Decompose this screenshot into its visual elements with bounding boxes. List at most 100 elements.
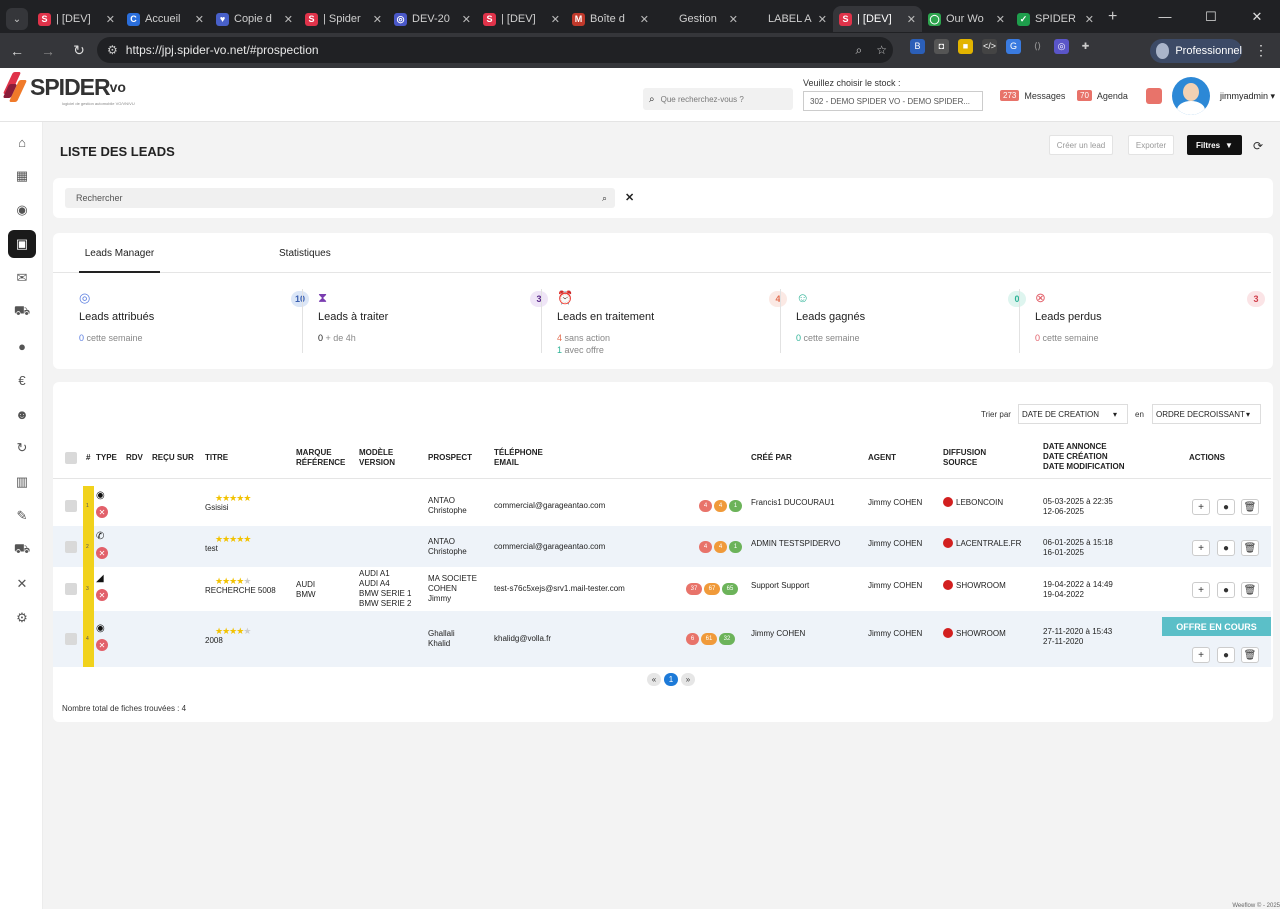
row-checkbox[interactable] <box>65 541 77 553</box>
assign-user-button[interactable]: ● <box>1217 499 1235 515</box>
filters-button[interactable]: Filtres ▼ <box>1187 135 1242 155</box>
kpi-card[interactable]: ⏰ Leads en traitement 4 4 sans action 1 avec… <box>541 289 787 355</box>
cell-email[interactable]: khalidg@volla.fr <box>494 634 551 644</box>
browser-tab[interactable]: ♥ Copie d ✕ <box>210 6 299 32</box>
delete-button[interactable]: 🗑 <box>1241 582 1259 598</box>
select-all-checkbox[interactable] <box>65 452 77 464</box>
profile-button[interactable]: Professionnel <box>1150 39 1242 63</box>
sidebar-mail-icon[interactable]: ✉ <box>8 264 36 292</box>
add-action-button[interactable]: + <box>1192 499 1210 515</box>
table-row[interactable]: 1 ◉ ✕ ★★★★★ Gsisisi ANTAO Christophe commercia… <box>53 486 1271 526</box>
delete-button[interactable]: 🗑 <box>1241 540 1259 556</box>
user-avatar[interactable] <box>1172 77 1210 115</box>
cell-email[interactable]: commercial@garageantao.com <box>494 501 605 511</box>
sidebar-sync-icon[interactable]: ↻ <box>8 434 36 462</box>
forward-button[interactable]: → <box>34 37 62 65</box>
tab-leads-manager[interactable]: Leads Manager <box>79 248 160 273</box>
kpi-card[interactable]: ◎ Leads attribués 10 0 cette semaine <box>79 289 309 355</box>
tab-close-icon[interactable]: ✕ <box>996 13 1005 26</box>
sidebar-settings-icon[interactable]: ⚙ <box>8 604 36 632</box>
extensions-puzzle-icon[interactable]: ✚ <box>1078 39 1093 54</box>
notification-bell-icon[interactable] <box>1146 88 1162 104</box>
spidervo-logo[interactable]: SPIDER vo logiciel de gestion automobile… <box>2 70 135 106</box>
cell-email[interactable]: test-s76c5xejs@srv1.mail-tester.com <box>494 584 625 594</box>
create-lead-button[interactable]: Créer un lead <box>1049 135 1113 155</box>
cell-prospect[interactable]: ANTAO Christophe <box>428 496 467 516</box>
cell-email[interactable]: commercial@garageantao.com <box>494 542 605 552</box>
kpi-card[interactable]: ⧗ Leads à traiter 3 0 + de 4h <box>302 289 548 355</box>
tab-close-icon[interactable]: ✕ <box>551 13 560 26</box>
browser-tab[interactable]: ◎ DEV-20 ✕ <box>388 6 477 32</box>
site-info-icon[interactable]: ⚙ <box>107 43 118 57</box>
tab-statistiques[interactable]: Statistiques <box>279 248 331 259</box>
table-row[interactable]: 2 ✆ ✕ ★★★★★ test ANTAO Christophe commercial@g… <box>53 526 1271 567</box>
stock-select[interactable]: 302 - DEMO SPIDER VO - DEMO SPIDER... <box>803 91 983 111</box>
global-search-input[interactable]: ⌕ Que recherchez-vous ? <box>643 88 793 110</box>
tab-close-icon[interactable]: ✕ <box>907 13 916 26</box>
export-button[interactable]: Exporter <box>1128 135 1174 155</box>
sidebar-piggybank-icon[interactable]: ● <box>8 332 36 360</box>
assign-user-button[interactable]: ● <box>1217 647 1235 663</box>
zoom-icon[interactable]: ⌕ <box>856 43 863 58</box>
browser-tab[interactable]: ◯ Our Wo ✕ <box>922 6 1011 32</box>
code-extension-icon[interactable]: </> <box>982 39 997 54</box>
sidebar-calendar-icon[interactable]: ▦ <box>8 162 36 190</box>
pagination-prev-button[interactable]: « <box>647 673 661 686</box>
add-action-button[interactable]: + <box>1192 582 1210 598</box>
tab-search-button[interactable]: ⌄ <box>6 8 28 30</box>
tab-close-icon[interactable]: ✕ <box>462 13 471 26</box>
pagination-next-button[interactable]: » <box>681 673 695 686</box>
sidebar-users-icon[interactable]: ☻ <box>8 400 36 428</box>
sidebar-truck-icon[interactable]: ⛟ <box>8 536 36 564</box>
browser-tab[interactable]: ✓ SPIDER ✕ <box>1011 6 1100 32</box>
tab-close-icon[interactable]: ✕ <box>373 13 382 26</box>
browser-tab[interactable]: S | [DEV] ✕ <box>32 6 121 32</box>
extension-icon[interactable]: B <box>910 39 925 54</box>
browser-tab[interactable]: LABEL A ✕ <box>744 6 833 32</box>
tab-close-icon[interactable]: ✕ <box>640 13 649 26</box>
maximize-button[interactable]: ☐ <box>1188 0 1234 33</box>
tab-close-icon[interactable]: ✕ <box>1085 13 1094 26</box>
search-icon[interactable]: ⌕ <box>602 193 607 204</box>
sidebar-wrench-icon[interactable]: ✎ <box>8 502 36 530</box>
sort-field-select[interactable]: DATE DE CREATION ▾ <box>1018 404 1128 424</box>
extension-icon[interactable]: ⟨⟩ <box>1030 39 1045 54</box>
row-checkbox[interactable] <box>65 633 77 645</box>
cell-prospect[interactable]: ANTAO Christophe <box>428 537 467 557</box>
browser-menu-icon[interactable]: ⋮ <box>1254 42 1268 59</box>
user-menu[interactable]: jimmyadmin ▾ <box>1220 91 1275 102</box>
refresh-icon[interactable]: ⟳ <box>1253 139 1263 153</box>
url-field[interactable]: ⚙ https://jpj.spider-vo.net/#prospection… <box>97 37 893 63</box>
tab-close-icon[interactable]: ✕ <box>284 13 293 26</box>
new-tab-button[interactable]: + <box>1108 8 1117 26</box>
messages-link[interactable]: 273 Messages <box>1000 90 1065 101</box>
row-checkbox[interactable] <box>65 583 77 595</box>
camera-extension-icon[interactable]: ◘ <box>934 39 949 54</box>
offer-status-badge[interactable]: OFFRE EN COURS <box>1162 617 1271 636</box>
sidebar-home-icon[interactable]: ⌂ <box>8 128 36 156</box>
pagination-page-button[interactable]: 1 <box>664 673 678 686</box>
sidebar-user-icon[interactable]: ◉ <box>8 196 36 224</box>
table-row[interactable]: 4 ◉ ✕ ★★★★★ 2008 Ghallali Khalid khalidg@volla… <box>53 611 1271 667</box>
browser-tab[interactable]: C Accueil ✕ <box>121 6 210 32</box>
browser-tab[interactable]: S | [DEV] ✕ <box>833 6 922 32</box>
kpi-card[interactable]: ⊗ Leads perdus 3 0 cette semaine <box>1019 289 1265 355</box>
kpi-card[interactable]: ☺ Leads gagnés 0 0 cette semaine <box>780 289 1026 355</box>
delete-button[interactable]: 🗑 <box>1241 499 1259 515</box>
tab-close-icon[interactable]: ✕ <box>195 13 204 26</box>
sort-order-select[interactable]: ORDRE DECROISSANT ▾ <box>1152 404 1261 424</box>
browser-tab[interactable]: S | Spider ✕ <box>299 6 388 32</box>
close-window-button[interactable]: ✕ <box>1234 0 1280 33</box>
browser-tab[interactable]: M Boîte d ✕ <box>566 6 655 32</box>
back-button[interactable]: ← <box>3 37 31 65</box>
sidebar-briefcase-icon[interactable]: ▣ <box>8 230 36 258</box>
browser-tab[interactable]: S | [DEV] ✕ <box>477 6 566 32</box>
add-action-button[interactable]: + <box>1192 540 1210 556</box>
assign-user-button[interactable]: ● <box>1217 582 1235 598</box>
translate-extension-icon[interactable]: G <box>1006 39 1021 54</box>
row-checkbox[interactable] <box>65 500 77 512</box>
reload-button[interactable]: ↻ <box>65 37 93 65</box>
add-action-button[interactable]: + <box>1192 647 1210 663</box>
sidebar-car-icon[interactable]: ⛟ <box>8 298 36 326</box>
agenda-link[interactable]: 70 Agenda <box>1077 90 1128 101</box>
